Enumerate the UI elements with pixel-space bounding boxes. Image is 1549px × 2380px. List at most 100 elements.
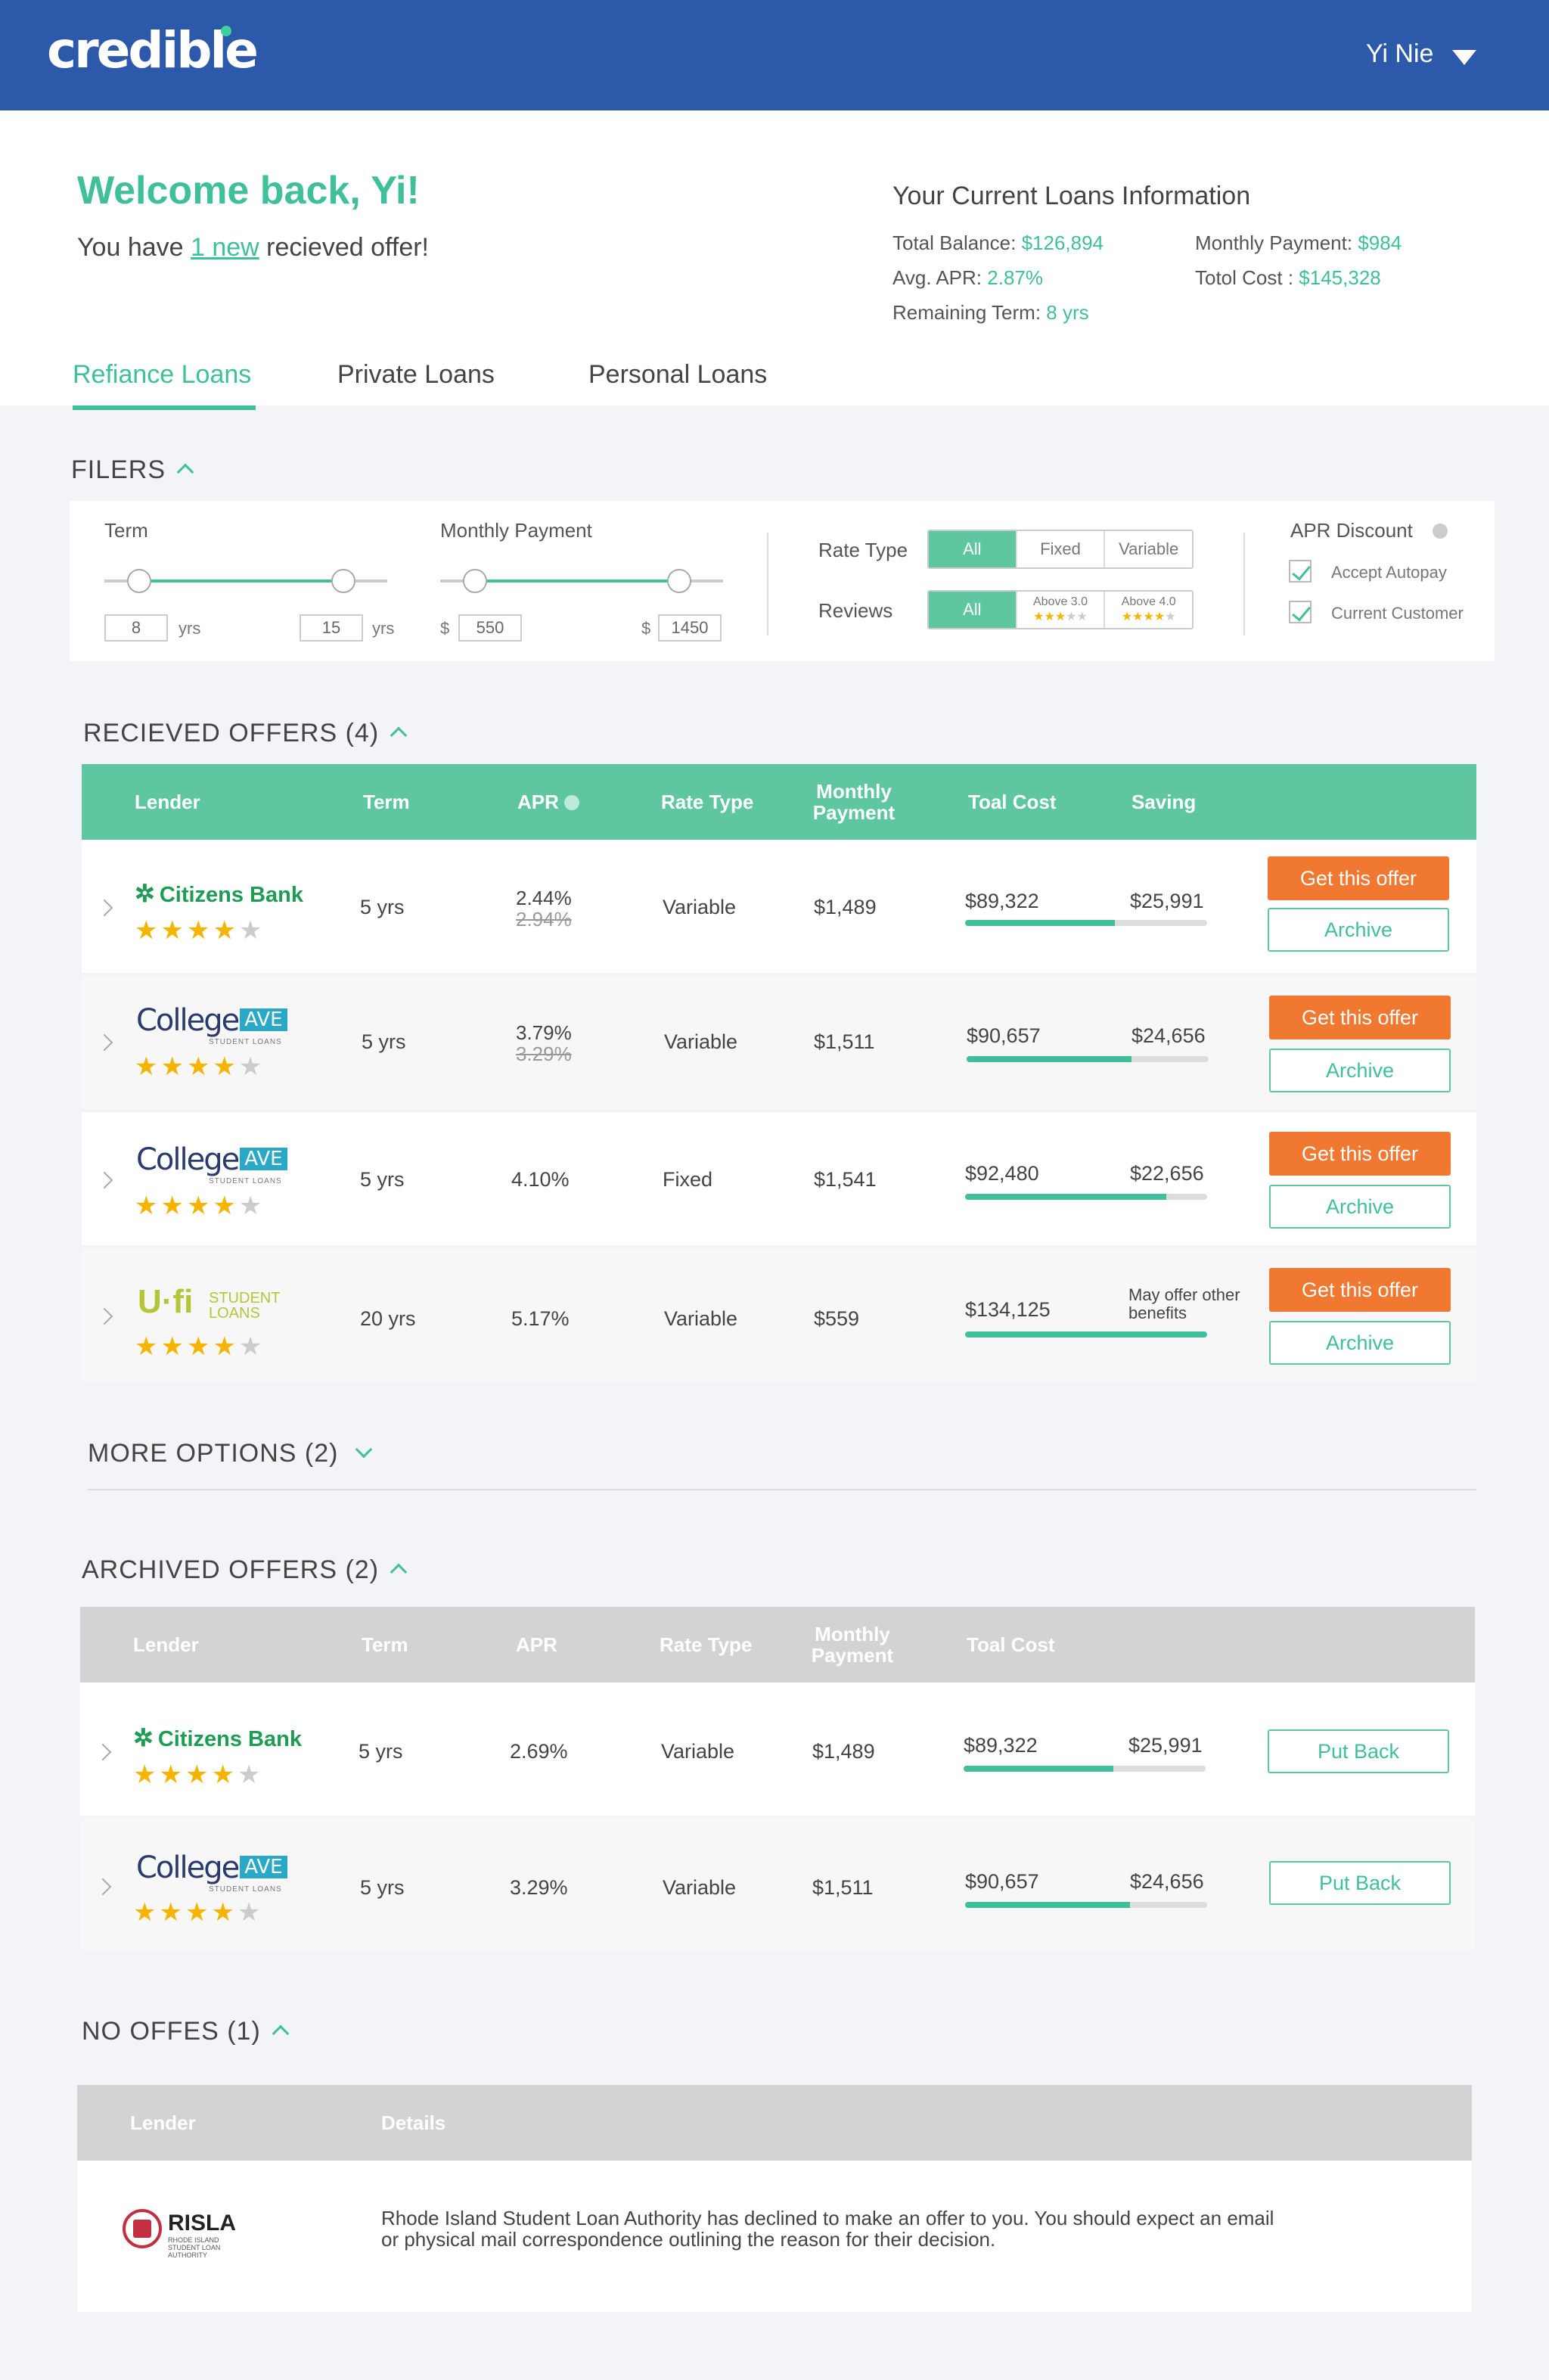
- archive-button[interactable]: Archive: [1268, 908, 1449, 952]
- term-max-handle[interactable]: [331, 569, 355, 593]
- table-row[interactable]: ✲ Citizens Bank ★★★★★ 5 yrs 2.44% 2.94% V…: [82, 840, 1476, 973]
- saving-value: $24,656: [1131, 1024, 1206, 1047]
- table-row[interactable]: College AVE STUDENT LOANS ★★★★★ 5 yrs 3.2…: [80, 1817, 1475, 1950]
- chevron-right-icon[interactable]: [94, 1743, 112, 1761]
- no-offers-toggle[interactable]: NO OFFES (1): [82, 2017, 290, 2046]
- archive-button[interactable]: Archive: [1269, 1049, 1451, 1092]
- monthly-value: $1,541: [814, 1168, 877, 1191]
- col-rate-type: Rate Type: [660, 1633, 753, 1656]
- filters-toggle[interactable]: FILERS: [71, 455, 194, 485]
- user-name[interactable]: Yi Nie: [1366, 39, 1433, 69]
- reviews-all[interactable]: All: [929, 592, 1016, 628]
- term-max-input[interactable]: 15: [300, 614, 363, 642]
- term-min-handle[interactable]: [127, 569, 151, 593]
- monthly-max-input[interactable]: 1450: [658, 614, 722, 642]
- get-offer-button[interactable]: Get this offer: [1269, 996, 1451, 1039]
- col-term: Term: [362, 1633, 408, 1656]
- savings-progress: [964, 1766, 1206, 1772]
- get-offer-button[interactable]: Get this offer: [1268, 856, 1449, 900]
- get-offer-button[interactable]: Get this offer: [1269, 1132, 1451, 1176]
- info-icon[interactable]: [1433, 524, 1448, 539]
- chevron-down-icon[interactable]: [1452, 50, 1476, 65]
- rating-stars: ★★★★★: [135, 1192, 265, 1220]
- reviews-above-3[interactable]: Above 3.0 ★★★★★: [1015, 592, 1104, 628]
- put-back-button[interactable]: Put Back: [1268, 1729, 1449, 1773]
- monthly-max-handle[interactable]: [667, 569, 691, 593]
- archived-offers-toggle[interactable]: ARCHIVED OFFERS (2): [82, 1555, 408, 1585]
- risla-logo-icon: [123, 2209, 162, 2248]
- saving-value: $24,656: [1130, 1870, 1204, 1893]
- col-lender: Lender: [133, 1633, 199, 1656]
- avg-apr: Avg. APR: 2.87%: [892, 266, 1043, 289]
- savings-progress: [965, 1194, 1207, 1200]
- rate-type-label: Rate Type: [818, 539, 908, 561]
- rate-type-value: Variable: [663, 896, 737, 918]
- currency-symbol: $: [641, 619, 651, 638]
- put-back-button[interactable]: Put Back: [1269, 1861, 1451, 1905]
- top-bar: credible Yi Nie: [0, 0, 1549, 110]
- tab-private-loans[interactable]: Private Loans: [337, 360, 495, 390]
- reviews-selector: All Above 3.0 ★★★★★ Above 4.0 ★★★★★: [927, 590, 1194, 629]
- chevron-right-icon[interactable]: [95, 1307, 113, 1325]
- welcome-subtitle: You have 1 new recieved offer!: [77, 233, 430, 262]
- new-offer-link[interactable]: 1 new: [191, 233, 259, 262]
- rate-type-all[interactable]: All: [929, 531, 1016, 567]
- apr-old-value: 2.94%: [516, 908, 572, 931]
- tab-refinance-loans[interactable]: Refiance Loans: [73, 360, 251, 390]
- term-min-input[interactable]: 8: [104, 614, 168, 642]
- rate-type-variable[interactable]: Variable: [1104, 531, 1192, 567]
- col-apr: APR: [516, 1633, 557, 1656]
- table-row[interactable]: College AVE STUDENT LOANS ★★★★★ 5 yrs 3.7…: [82, 976, 1476, 1109]
- term-value: 5 yrs: [360, 1168, 405, 1191]
- term-value: 5 yrs: [360, 1876, 405, 1899]
- rate-type-fixed[interactable]: Fixed: [1015, 531, 1104, 567]
- rate-type-selector: All Fixed Variable: [927, 530, 1194, 569]
- total-cost-value: $134,125: [965, 1298, 1051, 1321]
- credible-logo[interactable]: credible: [47, 21, 259, 79]
- total-cost-value: $89,322: [965, 890, 1039, 912]
- current-customer-checkbox[interactable]: [1289, 601, 1312, 623]
- monthly-payment: Monthly Payment: $984: [1195, 231, 1402, 254]
- get-offer-button[interactable]: Get this offer: [1269, 1268, 1451, 1312]
- rate-type-value: Fixed: [663, 1168, 713, 1191]
- table-row[interactable]: U·fi STUDENT LOANS ★★★★★ 20 yrs 5.17% Var…: [82, 1248, 1476, 1381]
- tab-personal-loans[interactable]: Personal Loans: [588, 360, 767, 390]
- col-monthly-payment: Monthly Payment: [812, 780, 896, 824]
- chevron-right-icon[interactable]: [95, 1171, 113, 1189]
- chevron-right-icon[interactable]: [95, 899, 113, 917]
- saving-value: May offer other benefits: [1128, 1285, 1240, 1322]
- rating-stars: ★★★★★: [133, 1898, 264, 1927]
- chevron-right-icon[interactable]: [94, 1878, 112, 1896]
- info-icon[interactable]: [564, 795, 580, 810]
- accept-autopay-checkbox[interactable]: [1289, 560, 1312, 583]
- risla-logo: RISLA: [168, 2211, 236, 2236]
- ufi-tagline: STUDENT LOANS: [209, 1290, 281, 1322]
- chevron-right-icon[interactable]: [95, 1033, 113, 1052]
- total-cost-value: $90,657: [965, 1870, 1039, 1893]
- no-offer-details: Rhode Island Student Loan Authority has …: [381, 2207, 1274, 2251]
- monthly-min-input[interactable]: 550: [458, 614, 522, 642]
- no-offers-table-header: Lender Details: [77, 2085, 1472, 2161]
- savings-progress: [967, 1056, 1209, 1062]
- college-ave-tagline: STUDENT LOANS: [209, 1038, 282, 1046]
- chevron-up-icon: [390, 1563, 408, 1581]
- apr-value: 2.44%: [516, 887, 572, 909]
- table-row[interactable]: College AVE STUDENT LOANS ★★★★★ 5 yrs 4.1…: [82, 1112, 1476, 1245]
- term-value: 20 yrs: [360, 1307, 416, 1330]
- monthly-value: $1,489: [814, 896, 877, 918]
- term-value: 5 yrs: [359, 1740, 403, 1763]
- received-offers-toggle[interactable]: RECIEVED OFFERS (4): [83, 719, 408, 748]
- reviews-above-4[interactable]: Above 4.0 ★★★★★: [1104, 592, 1192, 628]
- currency-symbol: $: [440, 619, 450, 638]
- more-options-toggle[interactable]: MORE OPTIONS (2): [88, 1439, 373, 1468]
- apr-value: 2.69%: [510, 1740, 568, 1763]
- monthly-min-handle[interactable]: [463, 569, 487, 593]
- term-label: Term: [104, 519, 148, 542]
- savings-progress: [965, 920, 1207, 926]
- college-ave-logo: College AVE: [136, 1142, 287, 1177]
- archive-button[interactable]: Archive: [1269, 1321, 1451, 1365]
- remaining-term: Remaining Term: 8 yrs: [892, 301, 1089, 324]
- table-row[interactable]: ✲ Citizens Bank ★★★★★ 5 yrs 2.69% Variabl…: [80, 1682, 1475, 1816]
- monthly-value: $559: [814, 1307, 860, 1330]
- archive-button[interactable]: Archive: [1269, 1185, 1451, 1229]
